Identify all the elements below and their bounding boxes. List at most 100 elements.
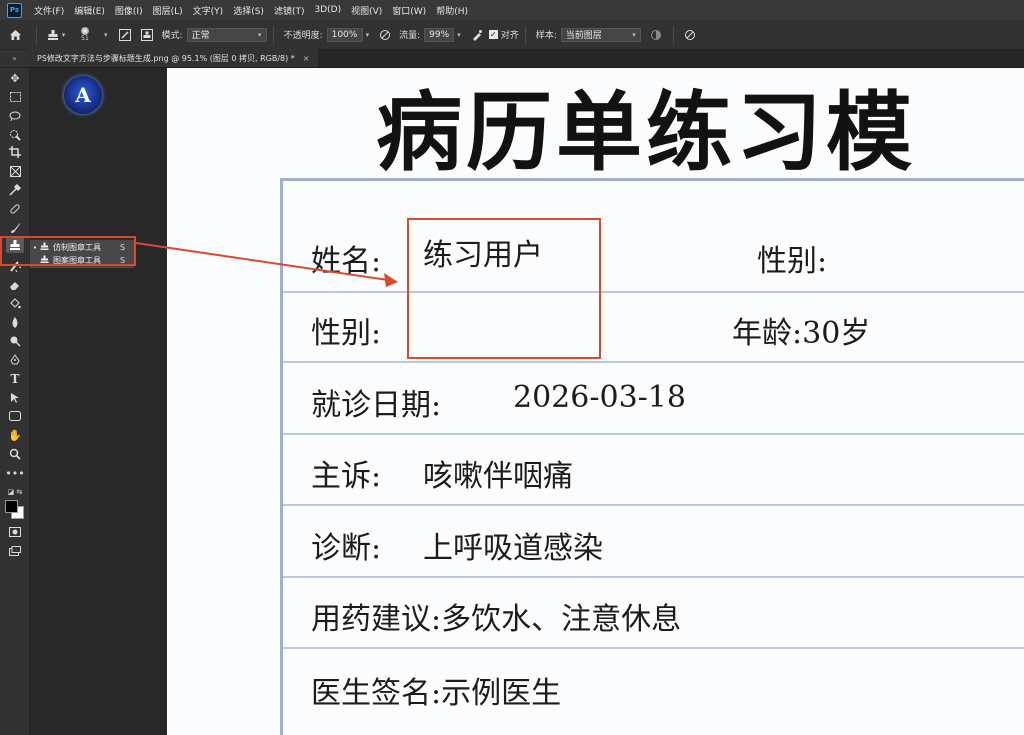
sample-select[interactable]: 当前图层 ▾	[560, 27, 641, 42]
menu-view[interactable]: 视图(V)	[351, 4, 382, 17]
separator	[672, 25, 674, 44]
tools-panel: ✥ T ✋ ••• ◪ ⇆	[0, 68, 30, 735]
flow-input[interactable]: 99%	[424, 27, 455, 42]
diagnosis-label: 诊断:	[311, 531, 382, 566]
pen-tool-icon[interactable]	[6, 352, 24, 368]
opacity-value: 100%	[331, 29, 358, 40]
clone-stamp-preset-icon[interactable]: ▾	[43, 29, 69, 41]
toolbar-collapse-icon[interactable]: »	[0, 50, 29, 67]
pressure-opacity-icon[interactable]	[375, 29, 395, 41]
document-canvas[interactable]: 病历单练习模 姓名: 练习用户 性别: 性别: 年龄:30岁 就诊日期: 202…	[167, 68, 1024, 735]
gender-label: 性别:	[311, 316, 382, 351]
chevron-down-icon[interactable]: ▾	[104, 31, 108, 39]
align-checkbox[interactable]: ✓ 对齐	[488, 28, 519, 41]
menu-help[interactable]: 帮助(H)	[436, 4, 468, 17]
screen-mode-icon[interactable]	[6, 543, 24, 559]
chevron-down-icon[interactable]: ▾	[457, 31, 461, 39]
quick-mask-icon[interactable]	[6, 524, 24, 540]
menu-type[interactable]: 文字(Y)	[193, 4, 224, 17]
rectangle-tool-icon[interactable]	[6, 408, 24, 424]
name-label: 姓名:	[311, 244, 382, 279]
flow-label: 流量:	[399, 31, 421, 41]
brush-size-value: 51	[81, 35, 89, 42]
menu-layer[interactable]: 图层(L)	[153, 4, 183, 17]
menu-window[interactable]: 窗口(W)	[392, 4, 426, 17]
form-row-divider	[283, 647, 1024, 649]
frame-tool-icon[interactable]	[6, 163, 24, 179]
eyedropper-tool-icon[interactable]	[6, 182, 24, 198]
crop-tool-icon[interactable]	[6, 144, 24, 160]
form-row-divider	[283, 433, 1024, 435]
more-tools-icon[interactable]: •••	[5, 465, 24, 481]
age-field: 年龄:30岁	[732, 316, 871, 351]
sample-label: 样本:	[535, 31, 557, 41]
mode-label: 模式:	[161, 31, 183, 41]
separator	[524, 25, 526, 44]
menu-3d[interactable]: 3D(D)	[314, 5, 341, 15]
blur-tool-icon[interactable]	[6, 315, 24, 331]
path-selection-tool-icon[interactable]	[6, 390, 24, 406]
mode-select[interactable]: 正常 ▾	[186, 27, 267, 42]
dodge-tool-icon[interactable]	[6, 333, 24, 349]
foreground-color-swatch[interactable]	[5, 500, 18, 513]
menu-select[interactable]: 选择(S)	[233, 4, 264, 17]
complaint-label: 主诉:	[311, 459, 382, 494]
brush-tip-icon	[81, 27, 89, 35]
document-tab[interactable]: PS修改文字方法与步骤标题生成.png @ 95.1% (图层 0 拷贝, RG…	[29, 49, 318, 67]
brush-settings-panel-icon[interactable]	[114, 28, 136, 41]
app-logo-icon: A	[64, 76, 102, 114]
quick-selection-tool-icon[interactable]	[6, 127, 24, 143]
airbrush-icon[interactable]	[467, 29, 487, 41]
menu-filter[interactable]: 滤镜(T)	[274, 4, 305, 17]
document-tab-bar: PS修改文字方法与步骤标题生成.png @ 95.1% (图层 0 拷贝, RG…	[29, 49, 1024, 68]
move-tool-icon[interactable]: ✥	[6, 70, 24, 86]
chevron-down-icon: ▾	[632, 30, 636, 39]
form-row-divider	[283, 576, 1024, 578]
photoshop-logo-icon: Ps	[7, 2, 22, 18]
document-tab-title: PS修改文字方法与步骤标题生成.png @ 95.1% (图层 0 拷贝, RG…	[37, 53, 295, 63]
annotation-highlight-tool	[0, 236, 136, 266]
default-colors-icon[interactable]: ◪ ⇆	[6, 484, 24, 500]
paint-bucket-tool-icon[interactable]	[6, 296, 24, 312]
mode-value: 正常	[191, 31, 210, 41]
spot-healing-tool-icon[interactable]	[6, 201, 24, 217]
home-icon[interactable]	[0, 29, 30, 41]
separator	[272, 25, 274, 44]
medication-advice: 用药建议:多饮水、注意休息	[311, 602, 682, 637]
form-row-divider	[283, 361, 1024, 363]
checkbox-checked-icon: ✓	[488, 30, 498, 39]
document-title: 病历单练习模	[376, 82, 916, 183]
close-icon[interactable]: ×	[303, 54, 310, 63]
brush-tool-icon[interactable]	[6, 220, 24, 236]
visit-date-label: 就诊日期:	[311, 388, 442, 423]
visit-date-value: 2026-03-18	[513, 380, 686, 415]
pressure-size-icon[interactable]	[680, 29, 700, 41]
annotation-highlight-name	[407, 218, 601, 359]
brush-size-picker[interactable]: 51	[69, 27, 101, 42]
menu-bar: Ps 文件(F) 编辑(E) 图像(I) 图层(L) 文字(Y) 选择(S) 滤…	[0, 0, 1024, 20]
zoom-tool-icon[interactable]	[6, 446, 24, 462]
menu-image[interactable]: 图像(I)	[115, 4, 143, 17]
chevron-down-icon[interactable]: ▾	[366, 31, 370, 39]
clone-source-panel-icon[interactable]	[136, 28, 158, 41]
opacity-input[interactable]: 100%	[326, 27, 363, 42]
chevron-down-icon: ▾	[258, 30, 262, 39]
options-bar: ▾ 51 ▾ 模式: 正常 ▾ 不透明度: 100% ▾ 流量: 99% ▾ ✓…	[0, 20, 1024, 50]
separator	[36, 25, 37, 44]
marquee-tool-icon[interactable]	[6, 89, 24, 105]
diagnosis-value: 上呼吸道感染	[423, 531, 603, 566]
menu-file[interactable]: 文件(F)	[34, 4, 64, 17]
type-tool-icon[interactable]: T	[6, 371, 24, 387]
align-label: 对齐	[500, 31, 519, 41]
medical-form	[280, 178, 1024, 735]
opacity-label: 不透明度:	[283, 31, 323, 41]
sample-value: 当前图层	[565, 31, 602, 41]
menu-edit[interactable]: 编辑(E)	[74, 4, 105, 17]
ignore-adjustment-layers-icon[interactable]	[645, 29, 667, 41]
lasso-tool-icon[interactable]	[6, 108, 24, 124]
doctor-signature: 医生签名:示例医生	[311, 676, 562, 711]
hand-tool-icon[interactable]: ✋	[6, 427, 24, 443]
chevron-down-icon: ▾	[61, 30, 66, 39]
complaint-value: 咳嗽伴咽痛	[423, 459, 573, 494]
eraser-tool-icon[interactable]	[6, 277, 24, 293]
